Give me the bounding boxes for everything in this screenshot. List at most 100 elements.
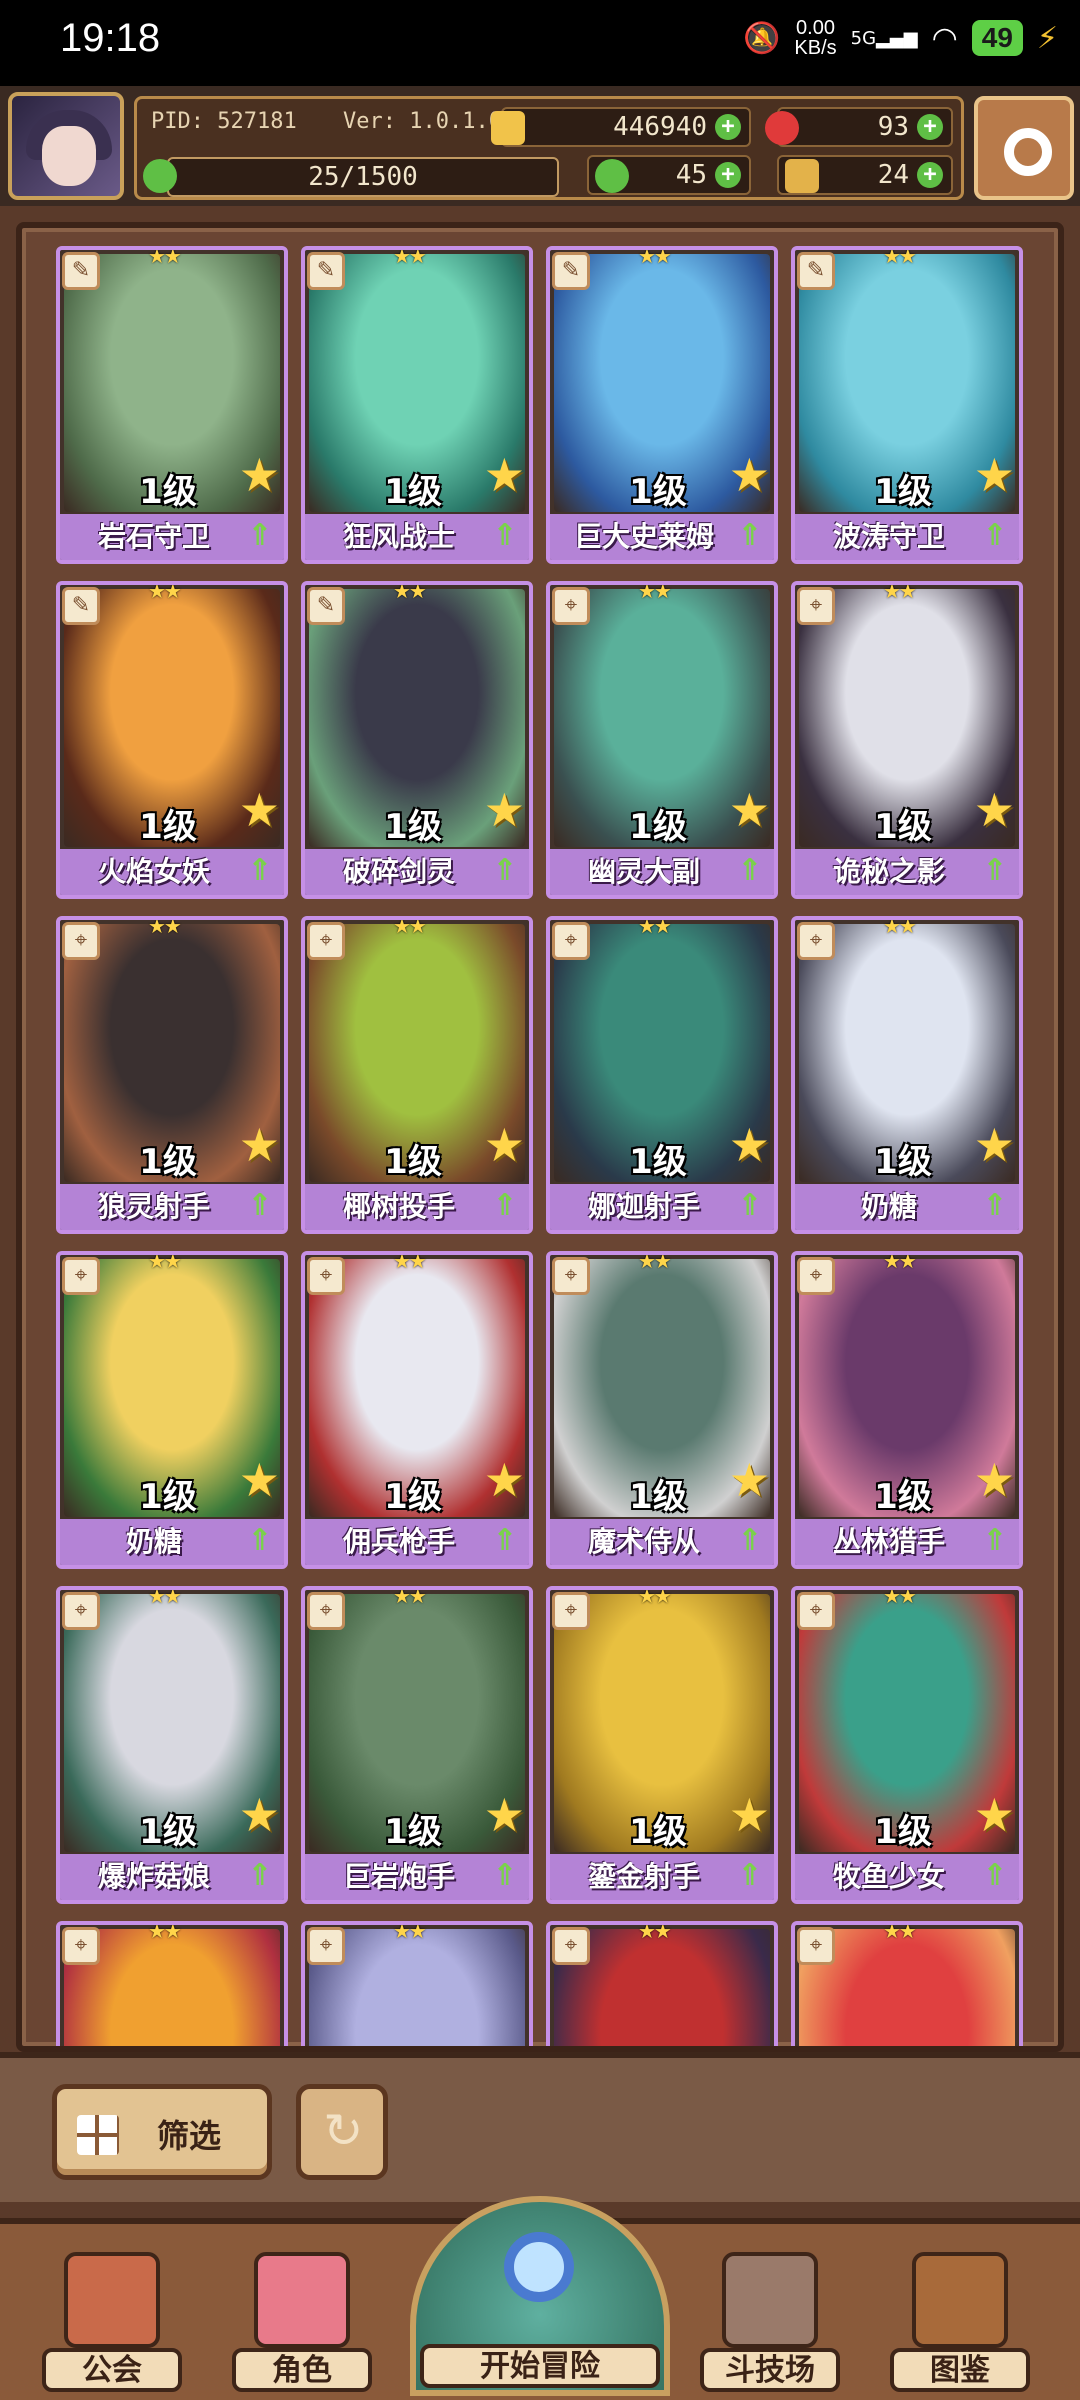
- nav-codex[interactable]: 图鉴: [890, 2242, 1030, 2392]
- rank-stars-icon: ★★: [148, 1251, 182, 1273]
- star-icon: ★: [973, 448, 1015, 502]
- character-card[interactable]: ✎ ★★ 1级 ★ 巨大史莱姆 ⇑: [546, 246, 778, 564]
- character-card[interactable]: ⌖ ★★: [301, 1921, 533, 2046]
- upgrade-arrow-icon[interactable]: ⇑: [730, 1521, 770, 1561]
- character-card[interactable]: ⌖ ★★: [56, 1921, 288, 2046]
- red-gem-counter[interactable]: 93 +: [765, 107, 953, 147]
- character-card[interactable]: ⌖ ★★: [791, 1921, 1023, 2046]
- clover-counter[interactable]: 45 +: [587, 155, 751, 195]
- star-icon: ★: [238, 1118, 280, 1172]
- character-card[interactable]: ⌖ ★★ 1级 ★ 奶糖 ⇑: [56, 1251, 288, 1569]
- net-speed-value: 0.00: [796, 17, 835, 39]
- hammer-value: 24: [877, 160, 909, 190]
- upgrade-arrow-icon[interactable]: ⇑: [485, 851, 525, 891]
- network-type: 5G: [850, 27, 877, 49]
- character-card[interactable]: ⌖ ★★ 1级 ★ 奶糖 ⇑: [791, 916, 1023, 1234]
- class-type-icon: ⌖: [552, 1592, 590, 1630]
- class-type-icon: ⌖: [552, 1257, 590, 1295]
- character-card[interactable]: ⌖ ★★ 1级 ★ 诡秘之影 ⇑: [791, 581, 1023, 899]
- refresh-button[interactable]: ↻: [296, 2084, 388, 2180]
- upgrade-arrow-icon[interactable]: ⇑: [730, 516, 770, 556]
- upgrade-arrow-icon[interactable]: ⇑: [730, 851, 770, 891]
- settings-button[interactable]: [974, 96, 1074, 200]
- resource-panel: PID: 527181 Ver: 1.0.1.0 446940 + 93 + 2…: [134, 96, 964, 200]
- character-card[interactable]: ✎ ★★ 1级 ★ 岩石守卫 ⇑: [56, 246, 288, 564]
- card-name-text: 奶糖: [125, 1525, 182, 1558]
- upgrade-arrow-icon[interactable]: ⇑: [975, 1856, 1015, 1896]
- upgrade-arrow-icon[interactable]: ⇑: [975, 1521, 1015, 1561]
- star-icon: ★: [973, 1453, 1015, 1507]
- upgrade-arrow-icon[interactable]: ⇑: [240, 516, 280, 556]
- hammer-counter[interactable]: 24 +: [777, 155, 953, 195]
- filter-button[interactable]: 筛选: [52, 2084, 272, 2180]
- character-card[interactable]: ⌖ ★★ 1级 ★ 魔术侍从 ⇑: [546, 1251, 778, 1569]
- upgrade-arrow-icon[interactable]: ⇑: [730, 1856, 770, 1896]
- nav-guild[interactable]: 公会: [42, 2242, 182, 2392]
- rank-stars-icon: ★★: [638, 1921, 672, 1943]
- upgrade-arrow-icon[interactable]: ⇑: [240, 1856, 280, 1896]
- upgrade-arrow-icon[interactable]: ⇑: [485, 1521, 525, 1561]
- hammer-add-icon[interactable]: +: [917, 162, 943, 188]
- character-card[interactable]: ⌖ ★★ 1级 ★ 巨岩炮手 ⇑: [301, 1586, 533, 1904]
- upgrade-arrow-icon[interactable]: ⇑: [975, 516, 1015, 556]
- character-card[interactable]: ✎ ★★ 1级 ★ 波涛守卫 ⇑: [791, 246, 1023, 564]
- red-gem-add-icon[interactable]: +: [917, 114, 943, 140]
- upgrade-arrow-icon[interactable]: ⇑: [975, 851, 1015, 891]
- star-icon: ★: [973, 1118, 1015, 1172]
- character-card[interactable]: ⌖ ★★ 1级 ★ 佣兵枪手 ⇑: [301, 1251, 533, 1569]
- clover-add-icon[interactable]: +: [715, 162, 741, 188]
- card-name-text: 丛林猎手: [832, 1525, 945, 1558]
- class-type-icon: ⌖: [307, 1257, 345, 1295]
- player-id: PID: 527181: [151, 109, 297, 134]
- card-name-text: 火焰女妖: [97, 855, 210, 888]
- character-grid[interactable]: ✎ ★★ 1级 ★ 岩石守卫 ⇑ ✎ ★★ 1级 ★ 狂风战士 ⇑ ✎ ★★ 1级 ★ 巨大史莱姆 ⇑ ✎ ★★ 1级 ★…: [36, 236, 1036, 2046]
- upgrade-arrow-icon[interactable]: ⇑: [485, 516, 525, 556]
- rank-stars-icon: ★★: [148, 581, 182, 603]
- nav-arena[interactable]: 斗技场: [700, 2242, 840, 2392]
- star-icon: ★: [238, 1788, 280, 1842]
- character-card[interactable]: ⌖ ★★ 1级 ★ 鎏金射手 ⇑: [546, 1586, 778, 1904]
- status-time: 19:18: [60, 16, 161, 60]
- class-type-icon: ✎: [62, 252, 100, 290]
- character-card[interactable]: ✎ ★★ 1级 ★ 火焰女妖 ⇑: [56, 581, 288, 899]
- character-card[interactable]: ✎ ★★ 1级 ★ 破碎剑灵 ⇑: [301, 581, 533, 899]
- upgrade-arrow-icon[interactable]: ⇑: [485, 1186, 525, 1226]
- character-card[interactable]: ⌖ ★★ 1级 ★ 椰树投手 ⇑: [301, 916, 533, 1234]
- upgrade-arrow-icon[interactable]: ⇑: [485, 1856, 525, 1896]
- character-card[interactable]: ⌖ ★★ 1级 ★ 狼灵射手 ⇑: [56, 916, 288, 1234]
- red-gem-value: 93: [877, 112, 909, 142]
- rank-stars-icon: ★★: [148, 1586, 182, 1608]
- gold-counter[interactable]: 446940 +: [491, 107, 751, 147]
- upgrade-arrow-icon[interactable]: ⇑: [240, 1186, 280, 1226]
- card-name-text: 奶糖: [860, 1190, 917, 1223]
- character-card[interactable]: ⌖ ★★ 1级 ★ 娜迦射手 ⇑: [546, 916, 778, 1234]
- clover-value: 45: [675, 160, 707, 190]
- character-card[interactable]: ⌖ ★★: [546, 1921, 778, 2046]
- star-icon: ★: [238, 448, 280, 502]
- character-card[interactable]: ⌖ ★★ 1级 ★ 爆炸菇娘 ⇑: [56, 1586, 288, 1904]
- upgrade-arrow-icon[interactable]: ⇑: [730, 1186, 770, 1226]
- character-card[interactable]: ✎ ★★ 1级 ★ 狂风战士 ⇑: [301, 246, 533, 564]
- guild-house-icon: [64, 2252, 160, 2348]
- card-name-text: 魔术侍从: [587, 1525, 700, 1558]
- start-adventure-button[interactable]: 开始冒险: [410, 2196, 670, 2396]
- star-icon: ★: [238, 783, 280, 837]
- nav-role[interactable]: 角色: [232, 2242, 372, 2392]
- rank-stars-icon: ★★: [883, 1921, 917, 1943]
- rank-stars-icon: ★★: [638, 1586, 672, 1608]
- upgrade-arrow-icon[interactable]: ⇑: [240, 1521, 280, 1561]
- star-icon: ★: [728, 448, 770, 502]
- net-speed: 0.00 KB/s: [794, 18, 836, 58]
- player-avatar[interactable]: [8, 92, 124, 200]
- class-type-icon: ⌖: [62, 1257, 100, 1295]
- character-card[interactable]: ⌖ ★★ 1级 ★ 丛林猎手 ⇑: [791, 1251, 1023, 1569]
- card-name-text: 破碎剑灵: [342, 855, 455, 888]
- rank-stars-icon: ★★: [148, 1921, 182, 1943]
- rank-stars-icon: ★★: [393, 1921, 427, 1943]
- gold-add-icon[interactable]: +: [715, 114, 741, 140]
- upgrade-arrow-icon[interactable]: ⇑: [240, 851, 280, 891]
- character-card[interactable]: ⌖ ★★ 1级 ★ 牧鱼少女 ⇑: [791, 1586, 1023, 1904]
- character-card[interactable]: ⌖ ★★ 1级 ★ 幽灵大副 ⇑: [546, 581, 778, 899]
- upgrade-arrow-icon[interactable]: ⇑: [975, 1186, 1015, 1226]
- refresh-icon: ↻: [323, 2103, 364, 2159]
